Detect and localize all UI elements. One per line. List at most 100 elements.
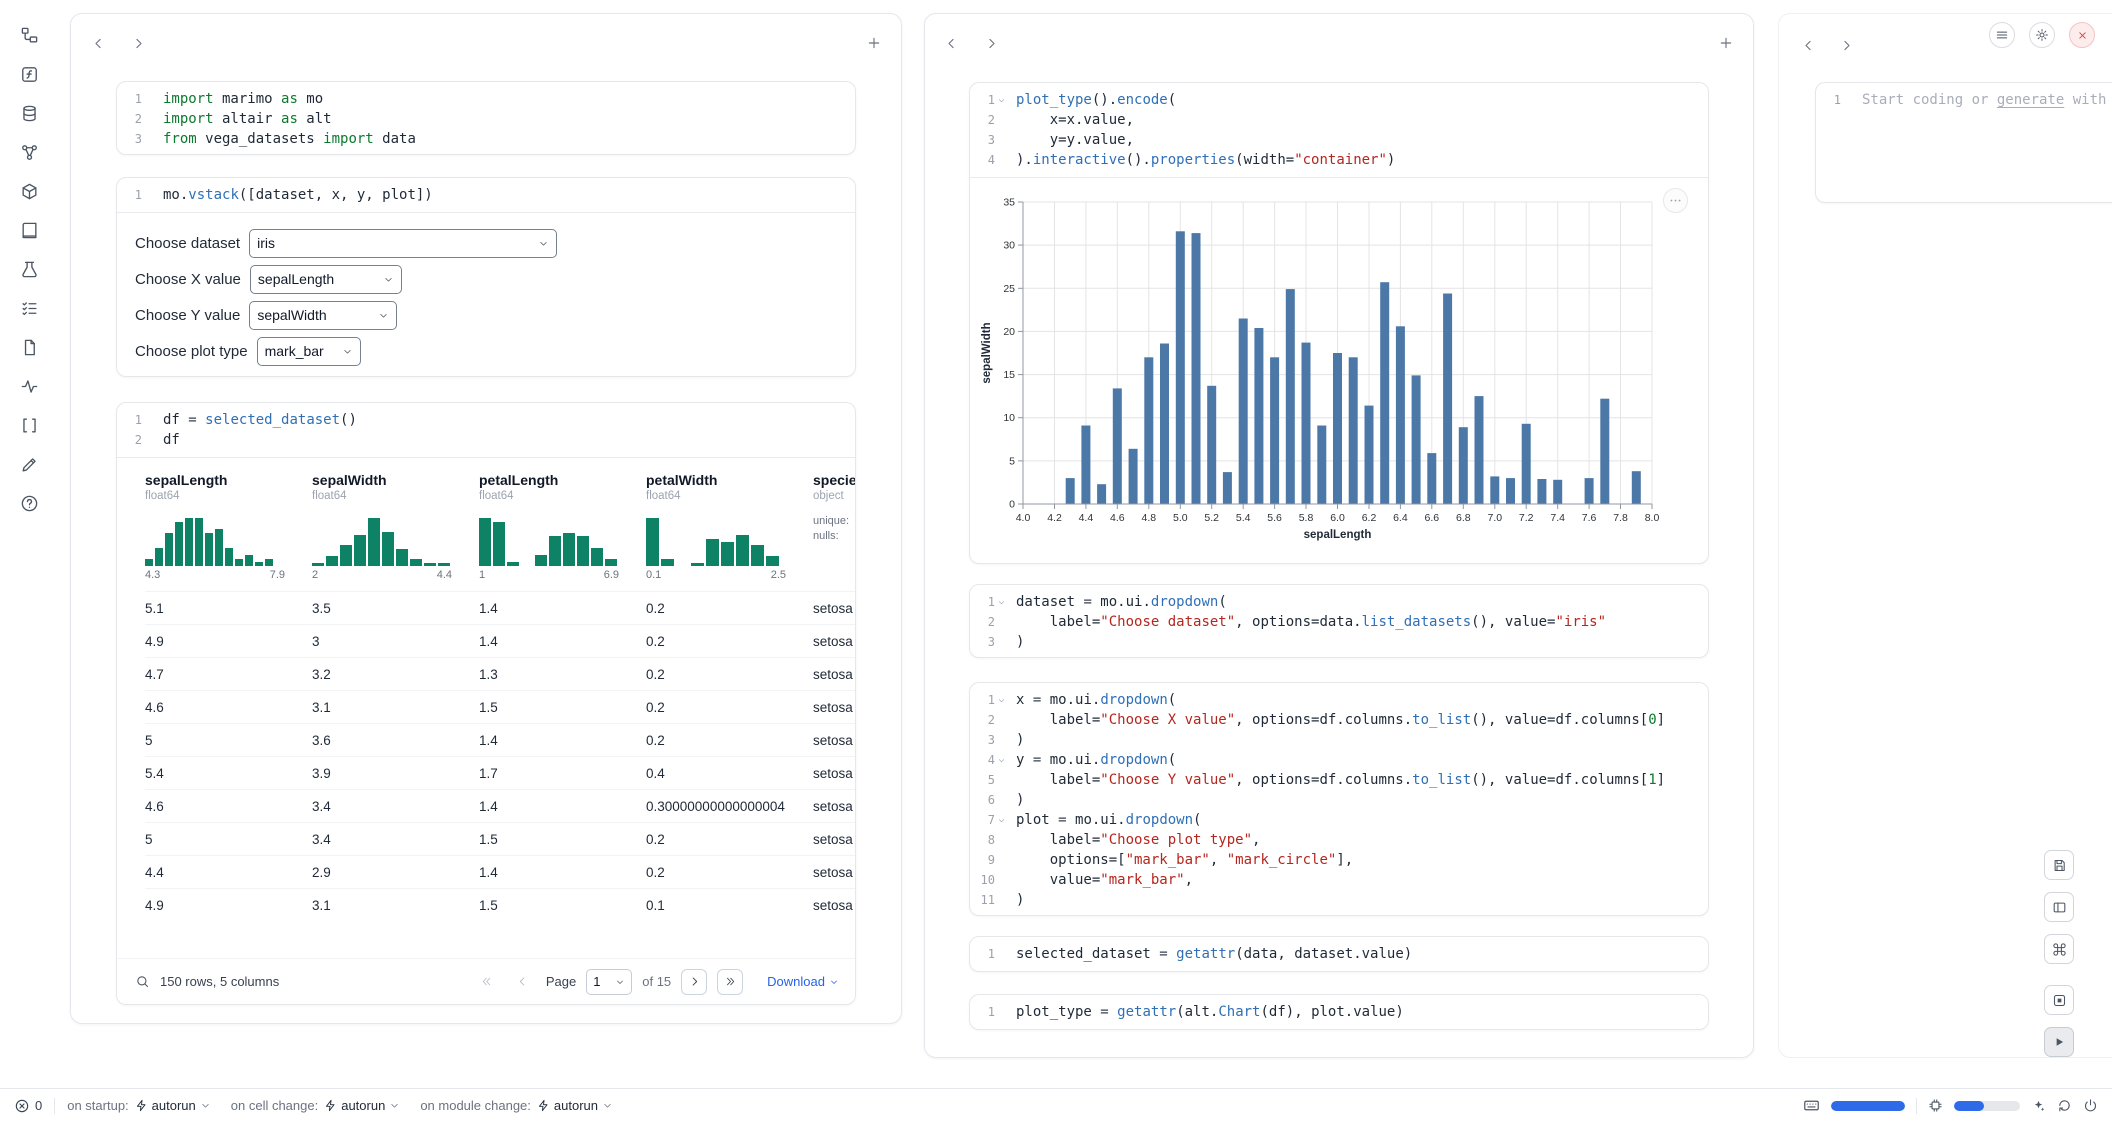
- previous-page-button[interactable]: [510, 969, 536, 995]
- column-header-petalWidth[interactable]: petalWidthfloat640.12.5: [646, 472, 813, 591]
- column-header-petalLength[interactable]: petalLengthfloat6416.9: [479, 472, 646, 591]
- column-header-sepalLength[interactable]: sepalLengthfloat644.37.9: [145, 472, 312, 591]
- command-icon: [2052, 942, 2067, 957]
- errors-indicator[interactable]: 0: [14, 1098, 42, 1114]
- close-button[interactable]: [2069, 22, 2095, 48]
- column-collapse-right-button[interactable]: [125, 30, 151, 56]
- column-collapse-left-button[interactable]: [85, 30, 111, 56]
- lightning-icon: [324, 1099, 337, 1112]
- code-cell-imports[interactable]: 1import marimo as mo2import altair as al…: [116, 81, 856, 155]
- download-button[interactable]: Download: [767, 974, 839, 989]
- table-cell: 1.4: [479, 634, 646, 649]
- column-collapse-left-button[interactable]: [938, 30, 964, 56]
- restart-kernel-button[interactable]: [2057, 1098, 2072, 1113]
- code-editor[interactable]: 1x = mo.ui.dropdown(2 label="Choose X va…: [970, 683, 1708, 916]
- package-icon[interactable]: [16, 178, 42, 204]
- documentation-icon[interactable]: [16, 217, 42, 243]
- runtime-mode-value: autorun: [152, 1098, 196, 1113]
- code-cell-controls-output[interactable]: 1mo.vstack([dataset, x, y, plot]) Choose…: [116, 177, 856, 377]
- runtime-mode-button[interactable]: autorun: [324, 1098, 400, 1113]
- chevron-left-icon: [944, 36, 959, 51]
- fold-marker: [995, 612, 1008, 632]
- code-editor[interactable]: 1import marimo as mo2import altair as al…: [117, 82, 855, 155]
- fold-marker[interactable]: [995, 810, 1008, 830]
- scratchpad-cell[interactable]: 1 Start coding or generate with AI: [1815, 82, 2112, 203]
- chart-actions-button[interactable]: [1663, 188, 1688, 213]
- layout-toggle-button[interactable]: [2044, 892, 2074, 922]
- scratchpad-icon[interactable]: [16, 412, 42, 438]
- table-cell: 3: [312, 634, 479, 649]
- choose-y-value-select[interactable]: sepalWidth: [249, 301, 397, 330]
- add-cell-button[interactable]: [1713, 30, 1739, 56]
- generate-with-ai-link[interactable]: generate: [1997, 92, 2064, 108]
- first-page-button[interactable]: [474, 969, 500, 995]
- interrupt-button[interactable]: [2044, 985, 2074, 1015]
- code-line: 1 Start coding or generate with AI: [1816, 90, 2112, 110]
- control-label: Choose Y value: [135, 307, 240, 324]
- fold-marker[interactable]: [995, 592, 1008, 612]
- fold-marker[interactable]: [995, 690, 1008, 710]
- code-editor[interactable]: 1plot_type().encode(2 x=x.value,3 y=y.va…: [970, 83, 1708, 177]
- dependency-graph-icon[interactable]: [16, 139, 42, 165]
- svg-text:6.4: 6.4: [1393, 512, 1408, 524]
- help-icon[interactable]: [16, 490, 42, 516]
- scratchpad-input[interactable]: Start coding or generate with AI: [1854, 90, 2112, 110]
- code-editor[interactable]: 1df = selected_dataset()2df: [117, 403, 855, 457]
- choose-plot-type-select[interactable]: mark_bar: [257, 337, 361, 366]
- code-editor[interactable]: 1dataset = mo.ui.dropdown(2 label="Choos…: [970, 585, 1708, 658]
- code-cell-dataset-dropdown[interactable]: 1dataset = mo.ui.dropdown(2 label="Choos…: [969, 584, 1709, 658]
- runtime-mode-button[interactable]: autorun: [135, 1098, 211, 1113]
- svg-text:5.8: 5.8: [1299, 512, 1314, 524]
- last-page-button[interactable]: [717, 969, 743, 995]
- column-histogram: [479, 514, 619, 566]
- cpu-usage-bar: [1954, 1101, 2020, 1111]
- column-collapse-right-button[interactable]: [1833, 32, 1859, 58]
- notebook-menu-button[interactable]: [1989, 22, 2015, 48]
- code-cell-plot-type[interactable]: 1plot_type = getattr(alt.Chart(df), plot…: [969, 994, 1709, 1030]
- ai-assistant-button[interactable]: [2031, 1098, 2046, 1113]
- column-header-sepalWidth[interactable]: sepalWidthfloat6424.4: [312, 472, 479, 591]
- code-cell-dataframe[interactable]: 1df = selected_dataset()2df sepalLengthf…: [116, 402, 856, 1005]
- table-cell: 0.2: [646, 865, 813, 880]
- code-line: 8 label="Choose plot type",: [970, 830, 1708, 850]
- page-select[interactable]: 1: [586, 969, 632, 995]
- database-icon[interactable]: [16, 100, 42, 126]
- choose-dataset-select[interactable]: iris: [249, 229, 557, 258]
- code-editor[interactable]: 1mo.vstack([dataset, x, y, plot]): [117, 178, 855, 212]
- experiment-icon[interactable]: [16, 256, 42, 282]
- shutdown-button[interactable]: [2083, 1098, 2098, 1113]
- fold-marker[interactable]: [995, 90, 1008, 110]
- table-search-button[interactable]: [135, 974, 150, 989]
- run-all-button[interactable]: [2044, 1027, 2074, 1057]
- code-editor[interactable]: 1plot_type = getattr(alt.Chart(df), plot…: [970, 995, 1708, 1029]
- code-cell-chart[interactable]: 1plot_type().encode(2 x=x.value,3 y=y.va…: [969, 82, 1709, 564]
- snippets-icon[interactable]: [16, 451, 42, 477]
- save-button[interactable]: [2044, 850, 2074, 880]
- checklist-icon[interactable]: [16, 295, 42, 321]
- choose-x-value-select[interactable]: sepalLength: [250, 265, 402, 294]
- circle-x-icon: [14, 1098, 30, 1114]
- runtime-mode-button[interactable]: autorun: [537, 1098, 613, 1113]
- next-page-button[interactable]: [681, 969, 707, 995]
- keyboard-shortcuts-button[interactable]: [2044, 934, 2074, 964]
- column-collapse-right-button[interactable]: [978, 30, 1004, 56]
- column-collapse-left-button[interactable]: [1795, 32, 1821, 58]
- column-header-species[interactable]: speciesobjectunique:nulls:: [813, 472, 855, 591]
- activity-icon[interactable]: [16, 373, 42, 399]
- document-icon[interactable]: [16, 334, 42, 360]
- line-number: 1: [1816, 90, 1841, 110]
- code-cell-selected-dataset[interactable]: 1selected_dataset = getattr(data, datase…: [969, 936, 1709, 972]
- fold-marker[interactable]: [995, 750, 1008, 770]
- fold-marker: [995, 870, 1008, 890]
- file-tree-icon[interactable]: [16, 22, 42, 48]
- functions-icon[interactable]: [16, 61, 42, 87]
- column-histogram: [312, 514, 452, 566]
- column-name: sepalLength: [145, 472, 312, 488]
- keyboard-shortcuts-icon[interactable]: [1803, 1097, 1820, 1114]
- code-editor[interactable]: 1selected_dataset = getattr(data, datase…: [970, 937, 1708, 971]
- chevron-left-icon: [91, 36, 106, 51]
- code-cell-xy-dropdowns[interactable]: 1x = mo.ui.dropdown(2 label="Choose X va…: [969, 682, 1709, 916]
- add-cell-button[interactable]: [861, 30, 887, 56]
- settings-button[interactable]: [2029, 22, 2055, 48]
- table-cell: 5: [145, 733, 312, 748]
